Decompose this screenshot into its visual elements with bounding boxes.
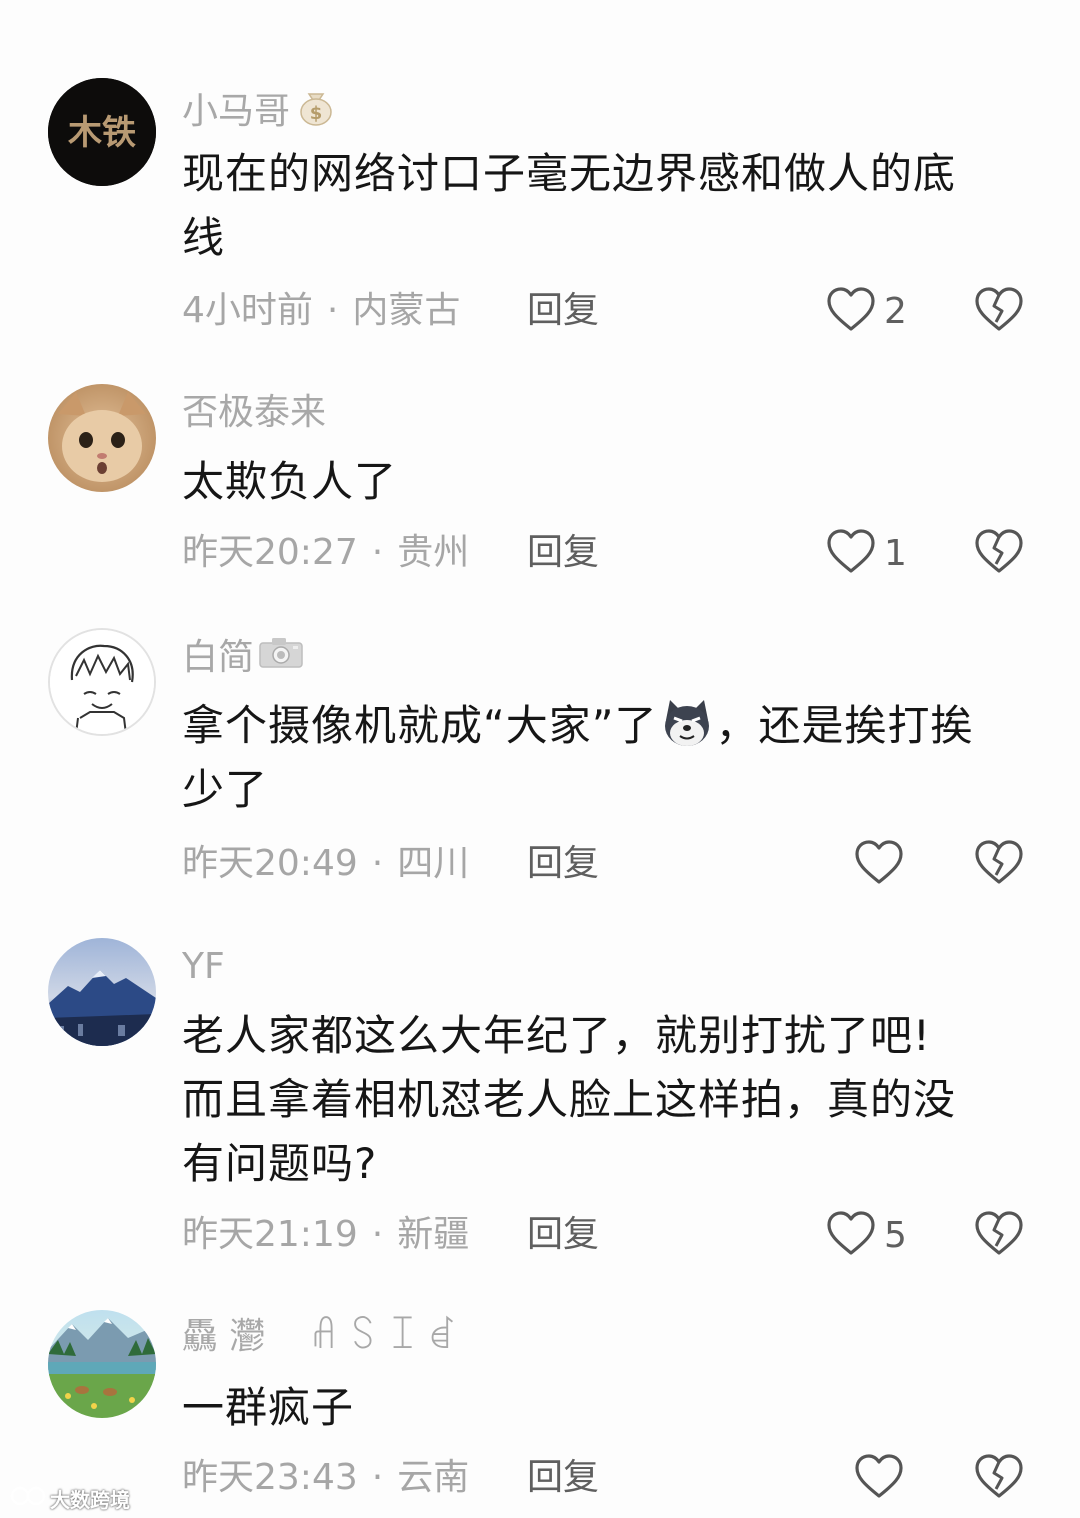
- like-button[interactable]: 1: [826, 528, 907, 580]
- comment-text: 老人家都这么大年纪了，就别打扰了吧! 而且拿着相机怼老人脸上这样拍，真的没 有问…: [182, 1004, 1022, 1196]
- comment-text: 拿个摄像机就成“大家”了 ，还是挨打挨 少了: [182, 694, 1022, 822]
- like-count: 1: [884, 533, 907, 574]
- dislike-button[interactable]: [974, 1210, 1024, 1262]
- avatar[interactable]: 木铁: [48, 78, 156, 186]
- avatar[interactable]: [48, 938, 156, 1046]
- reply-button[interactable]: 回复: [527, 289, 599, 333]
- comment-location: 云南: [397, 1457, 470, 1498]
- like-button[interactable]: [854, 839, 912, 891]
- watermark: 大数跨境: [10, 1484, 130, 1513]
- comment-time: 昨天21:19: [182, 1214, 358, 1255]
- comment-meta: 4小时前 · 内蒙古: [182, 289, 460, 333]
- money-bag-icon: $: [294, 84, 338, 139]
- watermark-text: 大数跨境: [50, 1488, 130, 1512]
- comment-text: 一群疯子: [182, 1376, 1022, 1440]
- broken-heart-icon: [974, 287, 1024, 338]
- avatar-text: 木铁: [67, 113, 136, 153]
- reply-button[interactable]: 回复: [527, 531, 599, 575]
- comment-text: 现在的网络讨口子毫无边界感和做人的底 线: [182, 142, 1022, 270]
- comment-meta: 昨天20:49 · 四川: [182, 842, 469, 886]
- broken-heart-icon: [974, 529, 1024, 580]
- comment-username[interactable]: YF: [182, 945, 225, 989]
- like-button[interactable]: [854, 1453, 912, 1505]
- svg-text:$: $: [310, 103, 323, 124]
- comment-username[interactable]: 小马哥 $: [182, 84, 338, 139]
- comment-line: 有问题吗?: [182, 1139, 378, 1188]
- comment-text: 太欺负人了: [182, 450, 1022, 514]
- broken-heart-icon: [974, 1454, 1024, 1505]
- heart-icon: [826, 528, 876, 580]
- avatar[interactable]: [48, 384, 156, 492]
- comment-meta: 昨天20:27 · 贵州: [182, 531, 469, 575]
- username-text: 小马哥: [182, 90, 291, 132]
- comment-line: 拿个摄像机就成“大家”了 ，还是挨打挨: [182, 694, 1022, 758]
- camera-icon: [258, 635, 304, 680]
- comment-time: 昨天23:43: [182, 1457, 358, 1498]
- comment-text-part: ，还是挨打挨: [715, 701, 974, 750]
- comment-location: 四川: [397, 843, 470, 884]
- heart-icon: [854, 839, 904, 891]
- separator-dot: ·: [326, 290, 339, 331]
- comment-meta: 昨天21:19 · 新疆: [182, 1213, 469, 1257]
- comment-time: 4小时前: [182, 290, 313, 331]
- username-text: 否极泰来: [182, 392, 327, 433]
- dislike-button[interactable]: [974, 839, 1024, 891]
- like-count: 5: [884, 1215, 907, 1256]
- comment-line: 太欺负人了: [182, 457, 398, 506]
- username-text: 驫 灪: [182, 1316, 266, 1357]
- comment-time: 昨天20:49: [182, 843, 358, 884]
- avatar[interactable]: [48, 1310, 156, 1418]
- heart-icon: [854, 1453, 904, 1505]
- comment-username[interactable]: 否极泰来: [182, 391, 326, 435]
- like-count: 2: [884, 291, 907, 332]
- comment-location: 贵州: [397, 532, 470, 573]
- reply-button[interactable]: 回复: [527, 842, 599, 886]
- doge-icon: [660, 696, 714, 750]
- comment-line: 老人家都这么大年纪了，就别打扰了吧!: [182, 1011, 931, 1060]
- comment-text-part: 拿个摄像机就成“大家”了: [182, 701, 658, 750]
- heart-icon: [826, 286, 876, 338]
- dislike-button[interactable]: [974, 1453, 1024, 1505]
- comment-time: 昨天20:27: [182, 532, 358, 573]
- comment-list: 木铁 小马哥 $ 现在的网络讨口子毫无边界感和做人的底 线 4小时前 · 内蒙古 回…: [0, 0, 1080, 1518]
- dislike-button[interactable]: [974, 286, 1024, 338]
- broken-heart-icon: [974, 1211, 1024, 1262]
- separator-dot: ·: [371, 1457, 384, 1498]
- separator-dot: ·: [371, 1214, 384, 1255]
- comment-line: 线: [182, 213, 226, 262]
- like-button[interactable]: 2: [826, 286, 907, 338]
- separator-dot: ·: [371, 843, 384, 884]
- comment-line: 现在的网络讨口子毫无边界感和做人的底: [182, 149, 957, 198]
- reply-button[interactable]: 回复: [527, 1456, 599, 1500]
- comment-username[interactable]: 驫 灪 ꋬ ꇙ ꀤ ꀸ: [182, 1315, 456, 1359]
- username-text: 白简: [182, 636, 255, 678]
- comment-line: 少了: [182, 765, 269, 814]
- comment-meta: 昨天23:43 · 云南: [182, 1456, 469, 1500]
- comment-location: 内蒙古: [352, 290, 461, 331]
- dislike-button[interactable]: [974, 528, 1024, 580]
- comment-username[interactable]: 白简: [182, 635, 304, 680]
- username-suffix: ꋬ ꇙ ꀤ ꀸ: [309, 1316, 457, 1357]
- separator-dot: ·: [371, 532, 384, 573]
- heart-icon: [826, 1210, 876, 1262]
- comment-line: 而且拿着相机怼老人脸上这样拍，真的没: [182, 1075, 957, 1124]
- broken-heart-icon: [974, 840, 1024, 891]
- comment-line: 一群疯子: [182, 1383, 355, 1432]
- username-text: YF: [182, 946, 225, 987]
- like-button[interactable]: 5: [826, 1210, 907, 1262]
- watermark-logo-icon: [10, 1485, 46, 1512]
- reply-button[interactable]: 回复: [527, 1213, 599, 1257]
- avatar[interactable]: [48, 628, 156, 736]
- comment-location: 新疆: [397, 1214, 470, 1255]
